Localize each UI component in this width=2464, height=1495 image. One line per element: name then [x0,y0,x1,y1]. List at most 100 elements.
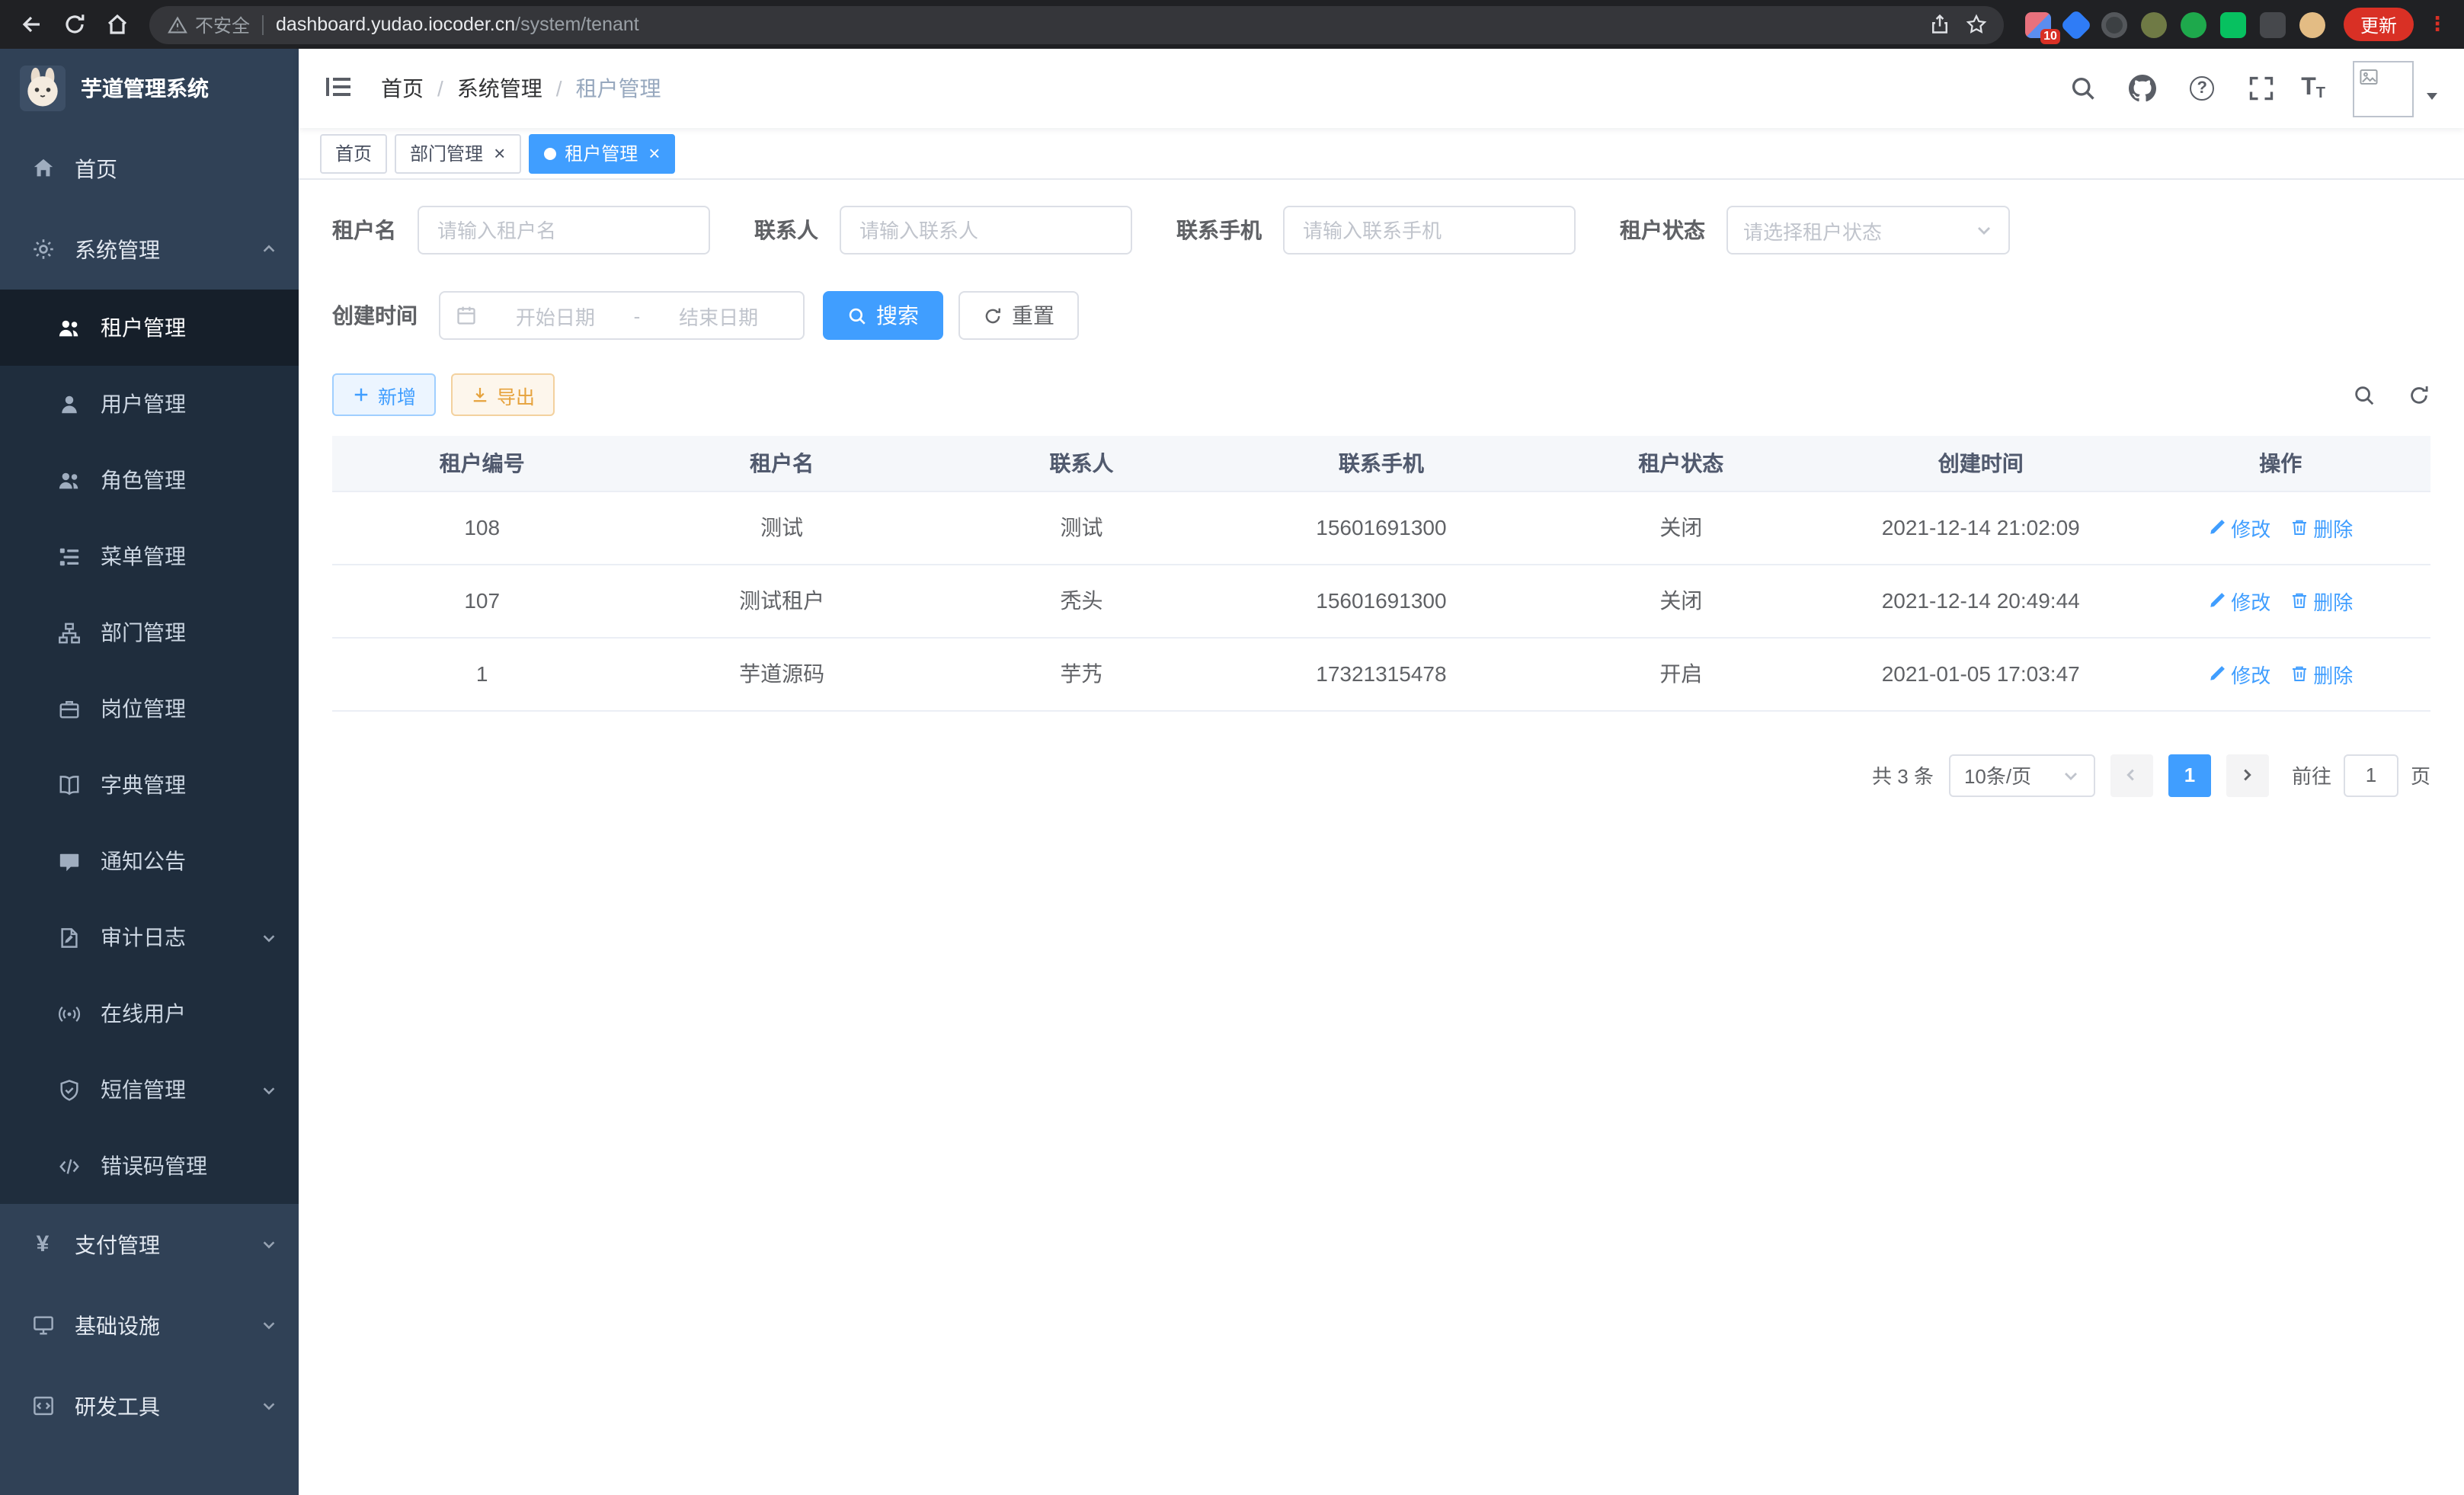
sidebar-item-13[interactable]: 错误码管理 [0,1128,299,1204]
goto-page-input[interactable] [2344,754,2398,796]
bookmark-star-icon[interactable] [1958,6,1995,43]
page-size-select[interactable]: 10条/页 [1949,754,2095,796]
sidebar-item-12[interactable]: 短信管理 [0,1052,299,1128]
cell-actions: 修改删除 [2130,491,2430,564]
search-icon[interactable] [2063,69,2103,108]
sidebar-item-label: 在线用户 [101,998,186,1029]
extension-icon[interactable] [2060,8,2092,40]
tenant-name-label: 租户名 [332,215,396,245]
delete-row-button[interactable]: 删除 [2290,586,2353,615]
avatar[interactable] [2353,60,2414,117]
phone-input[interactable] [1283,206,1576,255]
browser-menu-icon[interactable]: ⋮ [2427,12,2447,37]
column-header: 联系人 [932,436,1231,491]
filter-status: 租户状态 请选择租户状态 [1620,206,2010,255]
plus-icon [352,386,370,404]
add-button[interactable]: 新增 [332,373,436,416]
edit-icon [2208,664,2226,683]
sidebar-item-2[interactable]: 租户管理 [0,290,299,366]
toggle-search-icon[interactable] [2353,383,2376,406]
share-icon[interactable] [1922,6,1958,43]
extension-icon[interactable] [2220,11,2246,37]
extension-icon[interactable]: 10 [2025,11,2051,37]
sidebar-item-9[interactable]: 通知公告 [0,823,299,899]
sidebar-item-14[interactable]: ¥支付管理 [0,1204,299,1285]
chevron-down-icon [1975,221,1993,239]
sidebar-item-label: 租户管理 [101,312,186,343]
sidebar-item-7[interactable]: 岗位管理 [0,671,299,747]
tab-1[interactable]: 部门管理× [395,133,520,173]
search-button[interactable]: 搜索 [823,291,943,340]
sidebar-item-label: 部门管理 [101,617,186,648]
sidebar-item-label: 系统管理 [75,234,160,264]
fullscreen-icon[interactable] [2242,69,2281,108]
calendar-icon [456,305,477,326]
sidebar-item-10[interactable]: 审计日志 [0,899,299,975]
sidebar: 芋道管理系统 首页系统管理租户管理用户管理角色管理菜单管理部门管理岗位管理字典管… [0,49,299,1495]
edit-row-button[interactable]: 修改 [2208,586,2270,615]
edit-row-button[interactable]: 修改 [2208,513,2270,542]
table-row: 1芋道源码芋艿17321315478开启2021-01-05 17:03:47修… [332,637,2430,710]
reset-button[interactable]: 重置 [958,291,1079,340]
status-select[interactable]: 请选择租户状态 [1726,206,2010,255]
content: 租户名 联系人 联系手机 租户状态 请选择租户状态 [299,180,2464,1495]
sidebar-item-4[interactable]: 角色管理 [0,442,299,518]
close-tab-icon[interactable]: × [494,143,505,163]
sidebar-item-15[interactable]: 基础设施 [0,1285,299,1365]
breadcrumb-item-1[interactable]: 系统管理 [457,73,542,104]
extension-icon[interactable] [2141,11,2167,37]
tab-2[interactable]: 租户管理 × [528,133,675,173]
address-bar[interactable]: 不安全 dashboard.yudao.iocoder.cn/system/te… [149,5,2004,43]
delete-row-button[interactable]: 删除 [2290,659,2353,688]
sidebar-item-16[interactable]: 研发工具 [0,1365,299,1446]
help-icon[interactable]: ? [2182,69,2222,108]
home-icon[interactable] [98,5,137,44]
extension-icon[interactable] [2101,11,2127,37]
sidebar-item-8[interactable]: 字典管理 [0,747,299,823]
logo[interactable]: 芋道管理系统 [0,49,299,128]
extension-icon[interactable] [2181,11,2206,37]
hamburger-icon[interactable] [323,72,357,105]
sidebar-item-1[interactable]: 系统管理 [0,209,299,290]
profile-avatar-icon[interactable] [2299,11,2325,37]
sidebar-item-5[interactable]: 菜单管理 [0,518,299,594]
cell-contact: 测试 [932,491,1231,564]
back-icon[interactable] [12,5,52,44]
url-path: /system/tenant [515,14,639,35]
edit-row-button[interactable]: 修改 [2208,659,2270,688]
page-number-1[interactable]: 1 [2168,754,2211,796]
sidebar-item-11[interactable]: 在线用户 [0,975,299,1052]
refresh-icon[interactable] [2408,383,2430,406]
delete-row-button[interactable]: 删除 [2290,513,2353,542]
prev-page-button[interactable] [2110,754,2153,796]
tenant-table: 租户编号租户名联系人联系手机租户状态创建时间操作 108测试测试15601691… [332,436,2430,711]
table-row: 107测试租户秃头15601691300关闭2021-12-14 20:49:4… [332,564,2430,637]
sidebar-item-label: 字典管理 [101,770,186,800]
chevron-down-icon [261,1317,277,1333]
export-button[interactable]: 导出 [451,373,555,416]
caret-down-icon[interactable] [2424,83,2440,110]
close-tab-icon[interactable]: × [648,143,660,163]
next-page-button[interactable] [2226,754,2269,796]
sidebar-item-3[interactable]: 用户管理 [0,366,299,442]
tab-0[interactable]: 首页 [320,133,387,173]
trash-icon [2290,518,2309,536]
browser-chrome: 不安全 dashboard.yudao.iocoder.cn/system/te… [0,0,2464,49]
tab-label: 租户管理 [565,140,638,166]
github-icon[interactable] [2123,69,2162,108]
reload-icon[interactable] [55,5,94,44]
tenant-name-input[interactable] [418,206,710,255]
breadcrumb-item-0[interactable]: 首页 [381,73,424,104]
update-button[interactable]: 更新 [2344,8,2414,41]
cell-contact: 秃头 [932,564,1231,637]
puzzle-extension-icon[interactable] [2260,11,2286,37]
contact-input[interactable] [840,206,1132,255]
sidebar-item-0[interactable]: 首页 [0,128,299,209]
font-size-icon[interactable]: TT [2301,75,2325,102]
online-icon [56,1001,81,1026]
security-status[interactable]: 不安全 [168,11,250,37]
sidebar-item-6[interactable]: 部门管理 [0,594,299,671]
date-range-picker[interactable]: 开始日期 - 结束日期 [439,291,805,340]
breadcrumb-separator: / [556,76,562,101]
sms-icon [56,1077,81,1102]
